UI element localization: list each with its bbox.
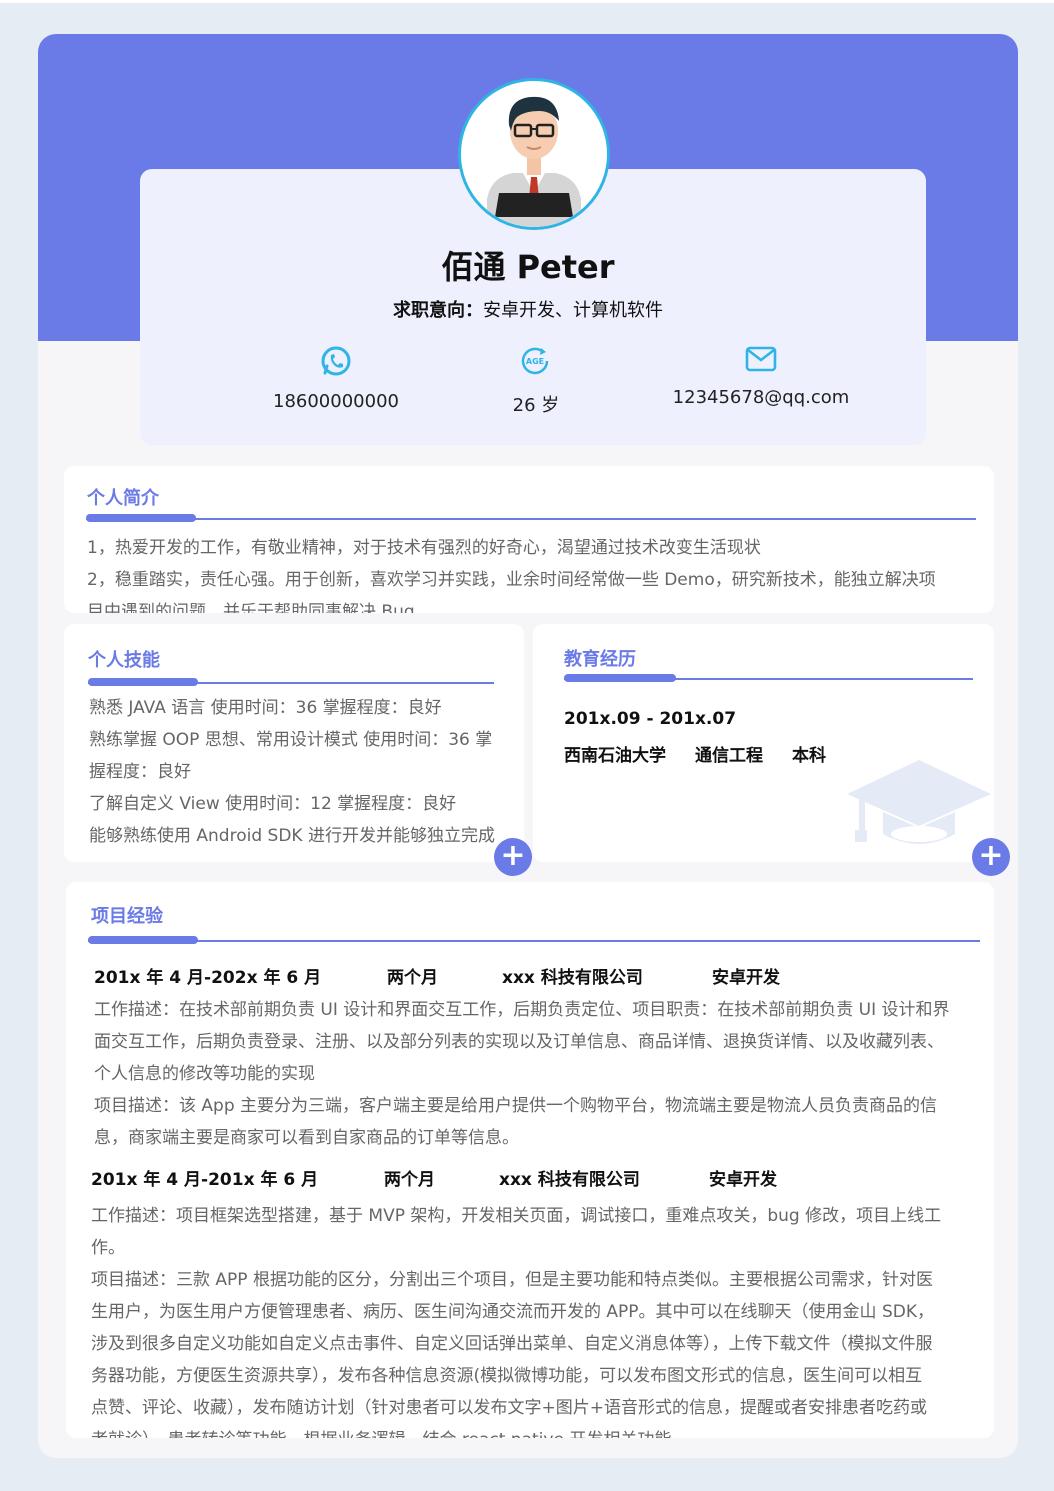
projects-section: 项目经验 201x 年 4 月-202x 年 6 月 两个月 xxx 科技有限公… [66, 882, 994, 1438]
education-school: 西南石油大学 [564, 746, 666, 766]
section-title: 项目经验 [91, 906, 163, 927]
education-major: 通信工程 [695, 746, 763, 766]
project-line: 面交互工作，后期负责登录、注册、以及部分列表的实现以及订单信息、商品详情、退换货… [94, 1032, 944, 1052]
whatsapp-icon [320, 345, 352, 382]
job-intent-value: 安卓开发、计算机软件 [483, 300, 663, 321]
phone-number: 18600000000 [273, 391, 399, 412]
graduation-cap-icon [847, 760, 991, 844]
project-line: 作。 [91, 1238, 125, 1258]
section-title: 教育经历 [564, 649, 636, 670]
profile-line: 2，稳重踏实，责任心强。用于创新，喜欢学习并实践，业余时间经常做一些 Demo，… [87, 570, 936, 590]
skill-line: 了解自定义 View 使用时间：12 掌握程度：良好 [89, 794, 457, 814]
project-line: 生用户，为医生用户方便管理患者、病历、医生间沟通交流而开发的 APP。其中可以在… [91, 1302, 934, 1322]
project-line: 息，商家端主要是商家可以看到自家商品的订单等信息。 [94, 1128, 519, 1148]
profile-line: 目中遇到的问题，并乐于帮助同事解决 Bug。 [87, 602, 432, 613]
project-role: 安卓开发 [712, 968, 780, 988]
section-divider [86, 518, 976, 520]
education-degree: 本科 [792, 746, 826, 766]
project-line: 工作描述：在技术部前期负责 UI 设计和界面交互工作，后期负责定位、项目职责：在… [94, 1000, 950, 1020]
project-line: 者就诊），患者转诊等功能。根据业务逻辑，结合 react native 开发相关… [91, 1424, 976, 1438]
project-duration: 两个月 [384, 1170, 435, 1190]
project-line: 点赞、评论、收藏），发布随访计划（针对患者可以发布文字+图片+语音形式的信息，提… [91, 1398, 927, 1418]
email-address: 12345678@qq.com [672, 387, 850, 408]
add-skill-button[interactable]: + [494, 838, 532, 876]
top-border [0, 0, 1054, 3]
profile-text: 1，热爱开发的工作，有敬业精神，对于技术有强烈的好奇心，渴望通过技术改变生活现状… [87, 532, 977, 613]
mail-icon [745, 345, 777, 378]
project-description: 工作描述：在技术部前期负责 UI 设计和界面交互工作，后期负责定位、项目职责：在… [94, 994, 979, 1154]
section-accent-bar [88, 936, 198, 944]
skills-text: 熟悉 JAVA 语言 使用时间：36 掌握程度：良好 熟练掌握 OOP 思想、常… [89, 692, 514, 852]
profile-line: 1，热爱开发的工作，有敬业精神，对于技术有强烈的好奇心，渴望通过技术改变生活现状 [87, 538, 761, 558]
section-divider [88, 940, 980, 942]
skills-section: 个人技能 熟悉 JAVA 语言 使用时间：36 掌握程度：良好 熟练掌握 OOP… [64, 624, 524, 862]
candidate-name: 佰通 Peter [441, 248, 615, 286]
contact-email: 12345678@qq.com [646, 345, 876, 425]
resume-page: 佰通 Peter 求职意向：安卓开发、计算机软件 18600000000 AGE… [38, 34, 1018, 1458]
age-icon: AGE [519, 345, 553, 382]
project-period: 201x 年 4 月-202x 年 6 月 [94, 968, 322, 988]
avatar [458, 78, 610, 230]
project-line: 项目描述：三款 APP 根据功能的区分，分割出三个项目，但是主要功能和特点类似。… [91, 1270, 933, 1290]
project-line: 个人信息的修改等功能的实现 [94, 1064, 315, 1084]
contact-phone: 18600000000 [236, 345, 436, 425]
project-description: 工作描述：项目框架选型搭建，基于 MVP 架构，开发相关页面，调试接口，重难点攻… [91, 1200, 976, 1438]
skill-line: 能够熟练使用 Android SDK 进行开发并能够独立完成 [89, 826, 495, 846]
project-role: 安卓开发 [709, 1170, 777, 1190]
age-value: 26 岁 [512, 395, 560, 416]
project-line: 涉及到很多自定义功能如自定义点击事件、自定义回话弹出菜单、自定义消息体等），上传… [91, 1334, 933, 1354]
project-header: 201x 年 4 月-202x 年 6 月 两个月 xxx 科技有限公司 安卓开… [94, 963, 974, 988]
section-title: 个人简介 [87, 488, 159, 509]
contact-age: AGE 26 岁 [436, 345, 636, 425]
skill-line: 握程度：良好 [89, 762, 191, 782]
project-duration: 两个月 [387, 968, 438, 988]
project-period: 201x 年 4 月-201x 年 6 月 [91, 1170, 319, 1190]
section-accent-bar [88, 678, 198, 686]
section-accent-bar [564, 674, 676, 682]
job-intent-label: 求职意向： [393, 300, 483, 321]
project-line: 务器功能，方便医生资源共享），发布各种信息资源(模拟微博功能，可以发布图文形式的… [91, 1366, 923, 1386]
avatar-illustration [461, 81, 607, 227]
project-line: 工作描述：项目框架选型搭建，基于 MVP 架构，开发相关页面，调试接口，重难点攻… [91, 1206, 942, 1226]
skill-line: 熟悉 JAVA 语言 使用时间：36 掌握程度：良好 [89, 698, 442, 718]
project-header: 201x 年 4 月-201x 年 6 月 两个月 xxx 科技有限公司 安卓开… [91, 1165, 971, 1190]
add-education-button[interactable]: + [972, 838, 1010, 876]
section-accent-bar [86, 514, 196, 522]
education-period: 201x.09 - 201x.07 [564, 709, 737, 729]
svg-text:AGE: AGE [526, 357, 544, 366]
job-intent: 求职意向：安卓开发、计算机软件 [38, 296, 1018, 322]
skill-line: 熟练掌握 OOP 思想、常用设计模式 使用时间：36 掌 [89, 730, 493, 750]
project-company: xxx 科技有限公司 [499, 1170, 640, 1190]
project-line: 项目描述：该 App 主要分为三端，客户端主要是给用户提供一个购物平台，物流端主… [94, 1096, 938, 1116]
education-section: 教育经历 201x.09 - 201x.07 西南石油大学 通信工程 本科 [533, 624, 994, 862]
section-title: 个人技能 [88, 650, 160, 671]
profile-section: 个人简介 1，热爱开发的工作，有敬业精神，对于技术有强烈的好奇心，渴望通过技术改… [64, 466, 994, 613]
project-company: xxx 科技有限公司 [502, 968, 643, 988]
